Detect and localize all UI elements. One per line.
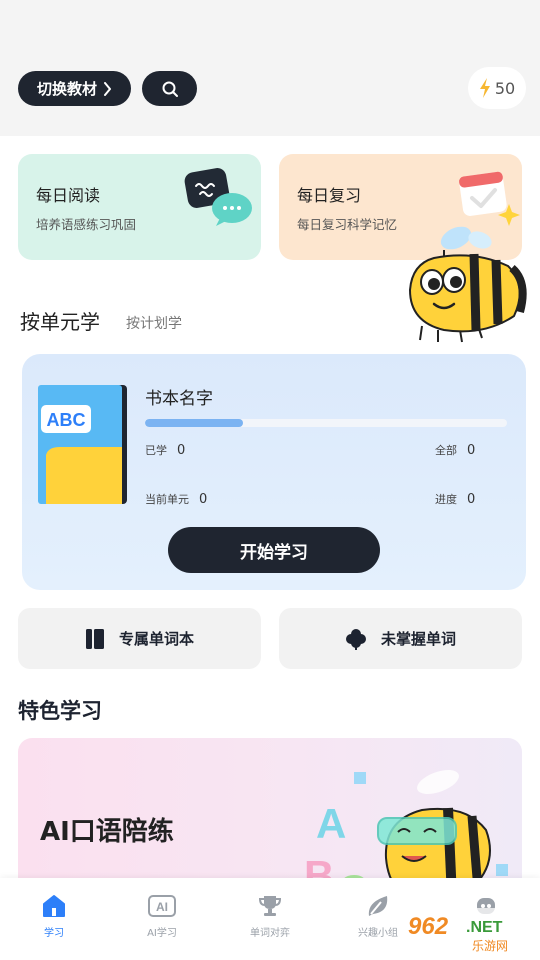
tab-word-battle-label: 单词对弈: [250, 928, 290, 939]
home-icon: [43, 895, 65, 917]
tab-by-unit[interactable]: 按单元学: [20, 306, 100, 335]
tab-interest-groups-label: 兴趣小组: [358, 928, 398, 939]
stat-learned-value: 0: [177, 443, 186, 458]
daily-reading-title: 每日阅读: [36, 186, 101, 205]
leaf-icon: [368, 896, 388, 916]
stat-progress-label: 进度: [435, 493, 457, 506]
unmastered-words-label: 未掌握单词: [380, 630, 456, 648]
stat-current-unit-label: 当前单元: [145, 493, 189, 506]
stat-progress-value: 0: [467, 492, 476, 507]
site-watermark-logo: 962 .NET 乐游网: [402, 908, 532, 954]
book-progress-bar: [145, 419, 507, 427]
book-cover-image: ABC: [38, 385, 127, 504]
stat-total-value: 0: [467, 443, 476, 458]
energy-counter[interactable]: 50: [468, 67, 526, 109]
stat-current-unit-value: 0: [199, 492, 208, 507]
search-icon: [162, 81, 178, 97]
watermark-suffix-text: .NET: [466, 919, 503, 936]
notebook-icon: [85, 628, 104, 649]
current-book-card: ABC 书本名字 已学 0 全部 0 当前单元 0 进度 0 开始学习: [22, 354, 526, 590]
stat-learned-label: 已学: [145, 444, 167, 457]
stat-progress: 进度 0: [435, 491, 475, 507]
book-name: 书本名字: [145, 389, 213, 409]
switch-textbook-button[interactable]: 切换教材: [18, 71, 131, 106]
svg-text:AI: AI: [156, 900, 168, 914]
lightning-icon: [479, 78, 490, 98]
tab-ai-learning[interactable]: AI AI学习: [122, 894, 202, 939]
stat-learned: 已学 0: [145, 442, 185, 458]
stat-current-unit: 当前单元 0: [145, 491, 207, 507]
tab-word-battle[interactable]: 单词对弈: [230, 894, 310, 939]
tab-ai-learning-label: AI学习: [147, 928, 177, 939]
stat-total: 全部 0: [435, 442, 475, 458]
switch-textbook-label: 切换教材: [36, 80, 97, 98]
bee-mascot-illustration: [408, 226, 527, 343]
tab-by-plan[interactable]: 按计划学: [126, 313, 182, 333]
energy-value: 50: [494, 78, 516, 98]
trophy-icon: [258, 896, 282, 916]
my-vocabulary-book-button[interactable]: 专属单词本: [18, 608, 261, 669]
daily-review-title: 每日复习: [297, 186, 362, 205]
daily-review-subtitle: 每日复习科学记忆: [297, 217, 398, 232]
stat-total-label: 全部: [435, 444, 457, 457]
ai-speaking-practice-title: AI口语陪练: [40, 817, 174, 847]
daily-reading-card[interactable]: 每日阅读 培养语感练习巩固: [18, 154, 261, 260]
ai-speaking-practice-card[interactable]: AI口语陪练 A B C: [18, 738, 522, 898]
daily-reading-subtitle: 培养语感练习巩固: [36, 217, 137, 232]
watermark-top-text: 962: [408, 913, 449, 940]
my-vocabulary-book-label: 专属单词本: [118, 630, 194, 648]
unmastered-words-button[interactable]: 未掌握单词: [279, 608, 522, 669]
top-header: 切换教材 50: [0, 0, 540, 136]
svg-text:A: A: [316, 800, 346, 847]
ai-icon: AI: [148, 895, 176, 917]
start-learning-button[interactable]: 开始学习: [168, 527, 380, 573]
calendar-check-icon: [459, 171, 520, 226]
search-button[interactable]: [142, 71, 197, 106]
tab-learning-label: 学习: [44, 928, 64, 939]
book-cover-text: ABC: [47, 410, 86, 430]
chat-bubbles-icon: [184, 168, 252, 226]
featured-learning-title: 特色学习: [18, 699, 102, 723]
chevron-right-icon: [104, 81, 111, 96]
flower-icon: [345, 628, 366, 650]
tab-learning[interactable]: 学习: [14, 894, 94, 939]
watermark-bottom-text: 乐游网: [472, 939, 508, 953]
book-progress-fill: [145, 419, 243, 427]
